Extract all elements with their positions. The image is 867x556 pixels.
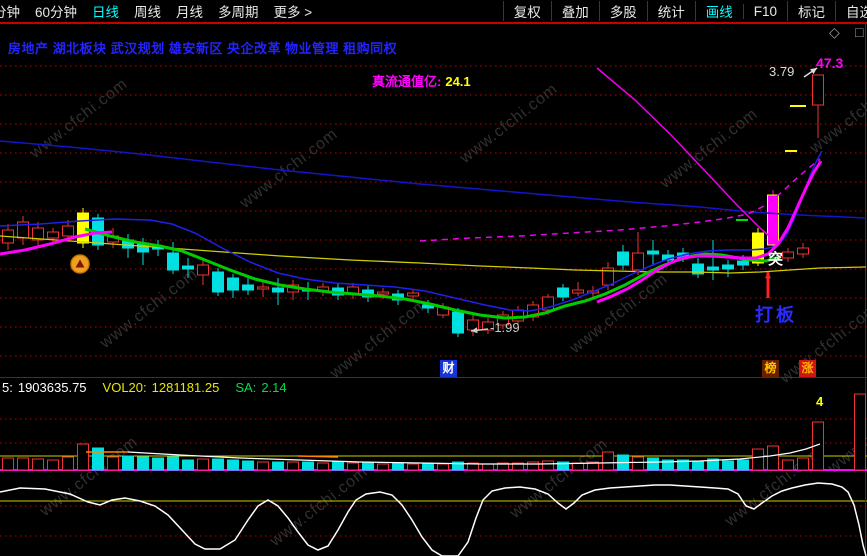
vol20-value: 1281181.25 [151,380,220,395]
breakout-marker: 突 [768,251,784,268]
high-price-label: 47.3 [816,55,844,71]
vol5-value: 1903635.75 [17,380,87,395]
square-draw-icon[interactable]: □ [855,24,863,40]
vol5-label: 5: [2,380,13,395]
daban-annotation: 打板 [755,305,797,325]
circulation-label: 真流通值亿: [372,74,442,89]
volume-count-label: 4 [816,394,824,409]
trading-app-window: 分钟 60分钟 日线 周线 月线 多周期 更多 > 复权 叠加 多股 统计 画线… [0,0,867,556]
vol20-label: VOL20: [102,380,147,395]
marker-finance-badge[interactable]: 财 [440,360,457,377]
sa-label: SA: [235,380,257,395]
low-price-label: -1.99 [490,320,520,335]
volume-indicator-header: 5: 1903635.75 VOL20: 1281181.25 SA: 2.14 [2,380,292,395]
marker-rank-badge[interactable]: 榜 [762,360,779,377]
marker-rise-badge[interactable]: 涨 [799,360,816,377]
diamond-draw-icon[interactable]: ◇ [829,24,840,41]
float-circulation-indicator: 真流通值亿: 24.1 [372,71,471,90]
prev-price-label: 3.79 [769,64,795,79]
sa-value: 2.14 [261,380,287,395]
circulation-value: 24.1 [445,74,471,89]
